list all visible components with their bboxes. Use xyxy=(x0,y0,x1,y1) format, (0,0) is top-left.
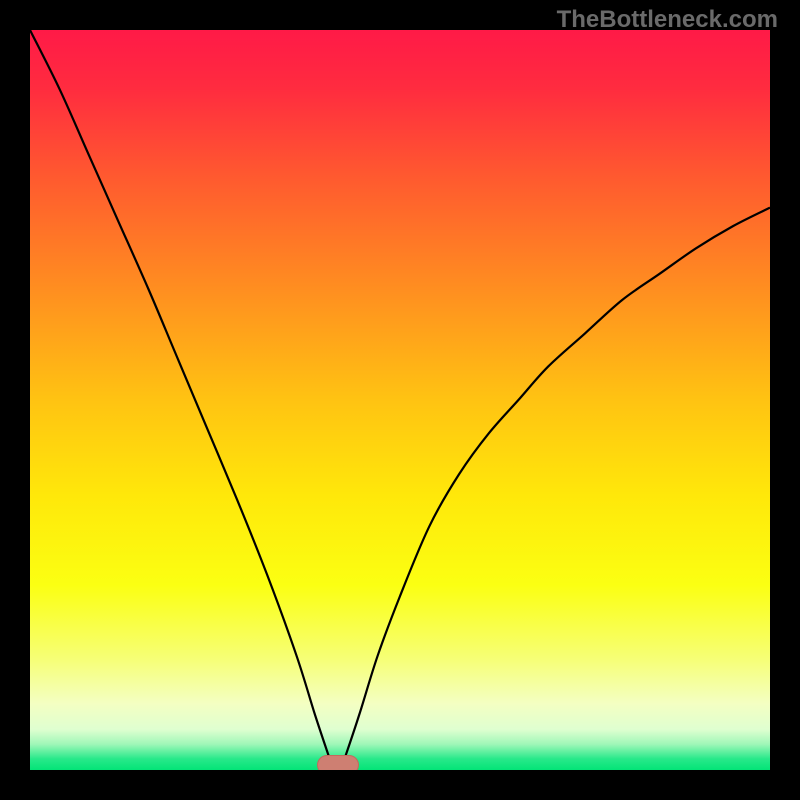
bottleneck-curve xyxy=(30,30,770,770)
plot-area xyxy=(30,30,770,770)
optimal-marker xyxy=(317,755,360,770)
watermark-text: TheBottleneck.com xyxy=(557,6,778,34)
chart-frame: TheBottleneck.com xyxy=(0,0,800,800)
